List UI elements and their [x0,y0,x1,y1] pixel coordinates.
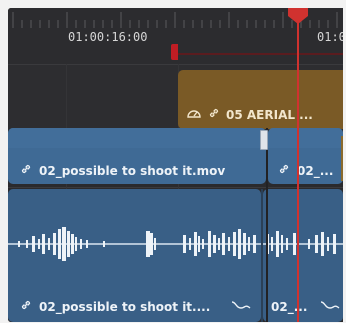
screenshot-frame: 01:00:16:00 01:0 05 AERIAL ... 02_possib… [0,0,346,323]
clip-title: 02_... [271,299,308,314]
clip-label: 02_... [278,163,333,178]
edit-point-gap [266,128,268,322]
ruler-timecode: 01:0 [317,30,343,44]
clip-edge [341,136,343,181]
video-clip-02[interactable]: 02_... [268,128,343,184]
fade-curve-icon[interactable] [231,299,251,314]
clip-label: 05 AERIAL ... [186,106,313,123]
in-out-range-bar [178,53,343,55]
in-point-marker[interactable] [171,44,178,60]
clip-label: 02_possible to shoot it.... [20,299,251,314]
clip-label: 02_... [271,299,340,314]
audio-clip-possible-to-shoot[interactable]: 02_possible to shoot it.... [8,189,261,322]
speedometer-icon [186,106,202,123]
clip-title: 02_... [297,163,334,178]
link-icon [208,107,220,122]
clip-header [268,128,343,148]
audio-waveform [8,227,261,261]
link-icon [278,163,290,178]
link-icon [20,163,32,178]
audio-waveform [263,231,343,257]
trim-handle[interactable] [260,130,268,150]
playhead-line[interactable] [297,8,299,322]
audio-edit-point [261,189,263,322]
video-clip-aerial[interactable]: 05 AERIAL ... [178,70,343,129]
clip-title: 02_possible to shoot it.... [39,299,211,314]
ruler-timecode: 01:00:16:00 [68,30,148,44]
clip-title: 05 AERIAL ... [226,107,313,122]
link-icon [20,299,32,314]
audio-clip-02[interactable]: 02_... [263,189,343,322]
timeline-editor[interactable]: 01:00:16:00 01:0 05 AERIAL ... 02_possib… [8,8,343,322]
clip-title: 02_possible to shoot it.mov [39,163,226,178]
fade-curve-icon[interactable] [320,299,340,314]
clip-label: 02_possible to shoot it.mov [20,163,225,178]
clip-header [8,128,266,148]
video-clip-possible-to-shoot[interactable]: 02_possible to shoot it.mov [8,128,266,184]
